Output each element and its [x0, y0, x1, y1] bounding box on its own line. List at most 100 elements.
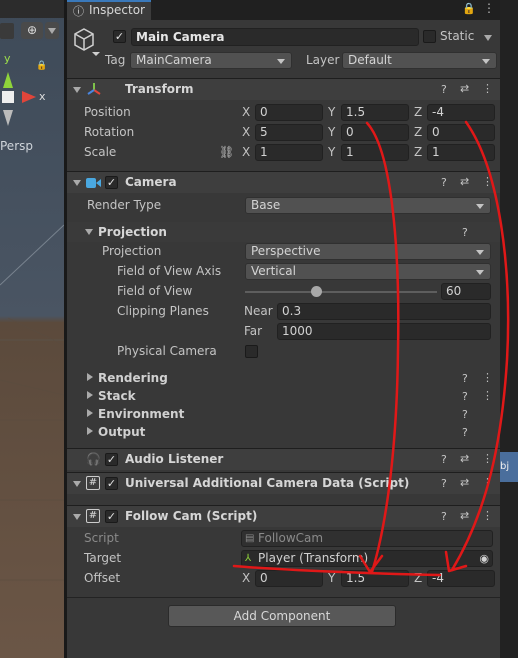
help-icon[interactable]: ? — [441, 453, 447, 466]
section-output[interactable]: Output ? — [67, 423, 500, 441]
rotation-z-label[interactable]: Z — [414, 125, 422, 139]
preset-icon[interactable]: ⇄ — [460, 175, 469, 188]
more-menu-icon[interactable]: ⋮ — [483, 1, 495, 15]
foldout-arrow-icon[interactable] — [73, 481, 81, 487]
offset-y-label[interactable]: Y — [328, 571, 335, 585]
rotation-x-field[interactable]: 5 — [255, 124, 323, 141]
lock-icon[interactable]: 🔒 — [462, 2, 476, 15]
gameobject-name-field[interactable]: Main Camera — [131, 28, 419, 46]
component-menu-icon[interactable]: ⋮ — [482, 389, 493, 402]
static-checkbox[interactable] — [423, 30, 436, 43]
preset-icon[interactable]: ⇄ — [460, 452, 469, 465]
foldout-arrow-icon[interactable] — [73, 87, 81, 93]
component-menu-icon[interactable]: ⋮ — [482, 476, 493, 489]
far-field[interactable]: 1000 — [277, 323, 491, 340]
near-field[interactable]: 0.3 — [277, 303, 491, 320]
tag-dropdown[interactable]: MainCamera — [130, 52, 292, 69]
fov-field[interactable]: 60 — [441, 283, 491, 300]
edge-tab[interactable]: bj — [500, 452, 518, 482]
scale-y-field[interactable]: 1 — [341, 144, 409, 161]
scale-y-label[interactable]: Y — [328, 145, 335, 159]
offset-x-label[interactable]: X — [242, 571, 250, 585]
help-icon[interactable]: ? — [441, 176, 447, 189]
foldout-arrow-icon[interactable] — [73, 180, 81, 186]
projection-label: Projection — [102, 244, 162, 258]
gizmo-icon[interactable]: ⊕ — [21, 22, 43, 39]
rotation-y-label[interactable]: Y — [328, 125, 335, 139]
add-component-button[interactable]: Add Component — [168, 605, 396, 627]
offset-z-field[interactable]: -4 — [427, 570, 495, 587]
projection-dropdown[interactable]: Perspective — [245, 243, 491, 260]
fov-slider-thumb[interactable] — [311, 286, 323, 297]
position-z-label[interactable]: Z — [414, 105, 422, 119]
scale-z-field[interactable]: 1 — [427, 144, 495, 161]
urp-camera-data-header[interactable]: # ✓ Universal Additional Camera Data (Sc… — [67, 472, 500, 494]
position-x-field[interactable]: 0 — [255, 104, 323, 121]
layer-dropdown[interactable]: Default — [342, 52, 497, 69]
camera-header[interactable]: ✓ Camera ? ⇄ ⋮ — [67, 171, 500, 193]
help-icon[interactable]: ? — [462, 390, 468, 403]
gizmo-dropdown-button[interactable] — [45, 22, 59, 39]
help-icon[interactable]: ? — [462, 408, 468, 421]
followcam-enabled-checkbox[interactable]: ✓ — [105, 510, 118, 523]
help-icon[interactable]: ? — [441, 83, 447, 96]
scale-x-label[interactable]: X — [242, 145, 250, 159]
foldout-arrow-icon[interactable] — [73, 514, 81, 520]
transform-header[interactable]: Transform ? ⇄ ⋮ — [67, 78, 500, 100]
audio-listener-checkbox[interactable]: ✓ — [105, 453, 118, 466]
preset-icon[interactable]: ⇄ — [460, 509, 469, 522]
tab-inspector[interactable]: ⓘ Inspector — [67, 0, 151, 20]
component-menu-icon[interactable]: ⋮ — [482, 82, 493, 95]
foldout-arrow-icon[interactable] — [85, 229, 93, 235]
fov-slider-track[interactable] — [245, 291, 437, 293]
help-icon[interactable]: ? — [441, 477, 447, 490]
scene-orientation-gizmo[interactable] — [0, 60, 64, 130]
transform-small-icon: ⅄ — [245, 553, 252, 564]
audio-listener-header[interactable]: 🎧 ✓ Audio Listener ? ⇄ ⋮ — [67, 448, 500, 470]
preset-icon[interactable]: ⇄ — [460, 82, 469, 95]
rotation-y-field[interactable]: 0 — [341, 124, 409, 141]
physical-camera-checkbox[interactable] — [245, 345, 258, 358]
help-icon[interactable]: ? — [462, 372, 468, 385]
position-y-field[interactable]: 1.5 — [341, 104, 409, 121]
static-dropdown-icon[interactable] — [484, 35, 492, 41]
constrain-proportions-icon[interactable]: ⛓ — [219, 145, 234, 159]
scale-x-field[interactable]: 1 — [255, 144, 323, 161]
help-icon[interactable]: ? — [462, 426, 468, 439]
projection-section-header[interactable]: Projection ? — [67, 222, 500, 242]
section-stack[interactable]: Stack ? ⋮ — [67, 387, 500, 405]
offset-x-field[interactable]: 0 — [255, 570, 323, 587]
help-icon[interactable]: ? — [462, 226, 468, 239]
section-rendering[interactable]: Rendering ? ⋮ — [67, 369, 500, 387]
rotation-z-field[interactable]: 0 — [427, 124, 495, 141]
position-label: Position — [84, 105, 131, 119]
component-menu-icon[interactable]: ⋮ — [482, 175, 493, 188]
offset-z-label[interactable]: Z — [414, 571, 422, 585]
fov-axis-dropdown[interactable]: Vertical — [245, 263, 491, 280]
tab-inspector-label: Inspector — [89, 3, 145, 17]
position-z-field[interactable]: -4 — [427, 104, 495, 121]
component-menu-icon[interactable]: ⋮ — [482, 371, 493, 384]
help-icon[interactable]: ? — [441, 510, 447, 523]
position-x-label[interactable]: X — [242, 105, 250, 119]
position-y-label[interactable]: Y — [328, 105, 335, 119]
object-picker-icon[interactable]: ◉ — [479, 551, 489, 566]
render-type-label: Render Type — [87, 198, 162, 212]
camera-subsections: Rendering ? ⋮ Stack ? ⋮ Environment ? Ou… — [67, 368, 500, 440]
target-field[interactable]: ⅄ Player (Transform) ◉ — [241, 550, 493, 567]
followcam-header[interactable]: # ✓ Follow Cam (Script) ? ⇄ ⋮ — [67, 505, 500, 527]
scene-tool-button[interactable] — [0, 23, 14, 39]
rotation-x-label[interactable]: X — [242, 125, 250, 139]
component-menu-icon[interactable]: ⋮ — [482, 452, 493, 465]
section-environment[interactable]: Environment ? — [67, 405, 500, 423]
camera-enabled-checkbox[interactable]: ✓ — [105, 176, 118, 189]
component-menu-icon[interactable]: ⋮ — [482, 509, 493, 522]
offset-y-field[interactable]: 1.5 — [341, 570, 409, 587]
preset-icon[interactable]: ⇄ — [460, 476, 469, 489]
scene-view[interactable]: ⊕ y 🔒 x Persp — [0, 0, 64, 658]
gameobject-active-checkbox[interactable]: ✓ — [113, 30, 126, 43]
urp-camera-data-checkbox[interactable]: ✓ — [105, 477, 118, 490]
render-type-dropdown[interactable]: Base — [245, 197, 491, 214]
persp-label[interactable]: Persp — [0, 139, 33, 153]
scale-z-label[interactable]: Z — [414, 145, 422, 159]
